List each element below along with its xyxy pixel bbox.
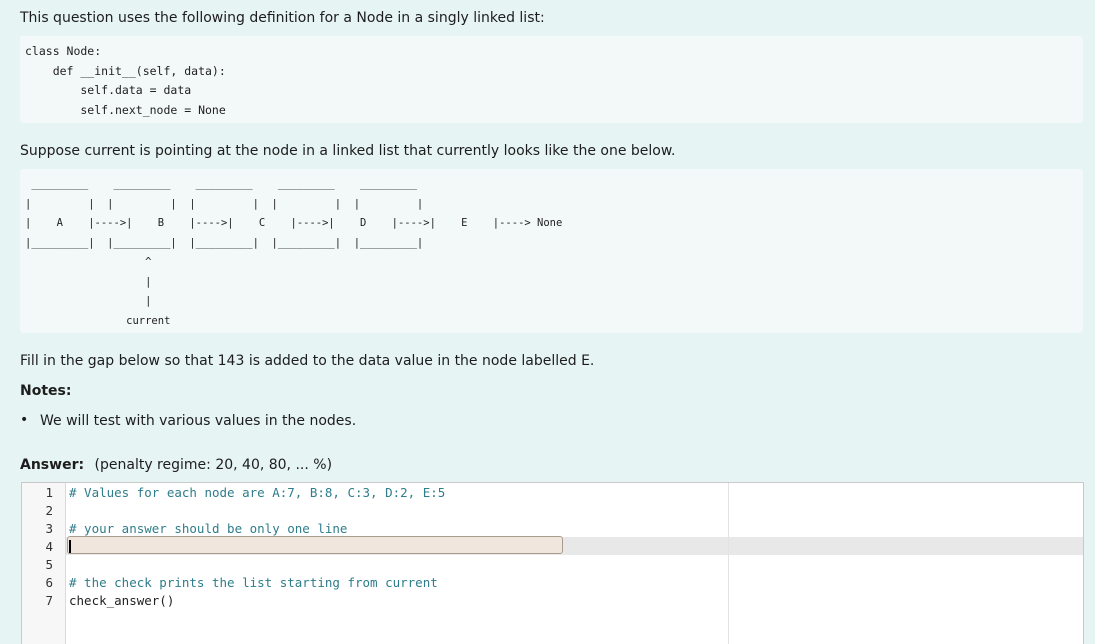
text-caret [69, 540, 71, 553]
answer-editor[interactable]: 1 2 3 4 5 6 7 # Values for each node are… [21, 482, 1084, 644]
class-code-block: class Node: def __init__(self, data): se… [20, 36, 1083, 123]
editor-ruler [728, 483, 729, 644]
line-number: 5 [45, 557, 53, 572]
intro-text: This question uses the following definit… [20, 10, 545, 26]
fill-instruction: Fill in the gap below so that 143 is add… [20, 353, 595, 369]
suppose-text: Suppose current is pointing at the node … [20, 143, 676, 159]
answer-header: Answer: (penalty regime: 20, 40, 80, ...… [20, 457, 332, 473]
notes-heading: Notes: [20, 383, 72, 399]
class-code: class Node: def __init__(self, data): se… [25, 44, 226, 117]
line-number: 7 [45, 593, 53, 608]
answer-label: Answer: [20, 457, 85, 473]
linked-list-diagram: _________ _________ _________ _________ … [25, 178, 563, 327]
code-line-check-call[interactable]: check_answer() [69, 593, 174, 608]
code-line-comment[interactable]: # your answer should be only one line [69, 521, 347, 536]
line-number: 6 [45, 575, 53, 590]
bullet-icon: • [20, 412, 29, 428]
line-number: 2 [45, 503, 53, 518]
answer-gap-input[interactable] [67, 536, 563, 554]
line-number: 3 [45, 521, 53, 536]
question-page: This question uses the following definit… [0, 0, 1095, 644]
line-number: 4 [45, 539, 53, 554]
code-line-comment[interactable]: # the check prints the list starting fro… [69, 575, 438, 590]
penalty-regime: (penalty regime: 20, 40, 80, ... %) [94, 457, 333, 473]
note-item: We will test with various values in the … [40, 413, 357, 429]
linked-list-diagram-block: _________ _________ _________ _________ … [20, 169, 1083, 333]
code-line-comment[interactable]: # Values for each node are A:7, B:8, C:3… [69, 485, 445, 500]
line-number: 1 [45, 485, 53, 500]
